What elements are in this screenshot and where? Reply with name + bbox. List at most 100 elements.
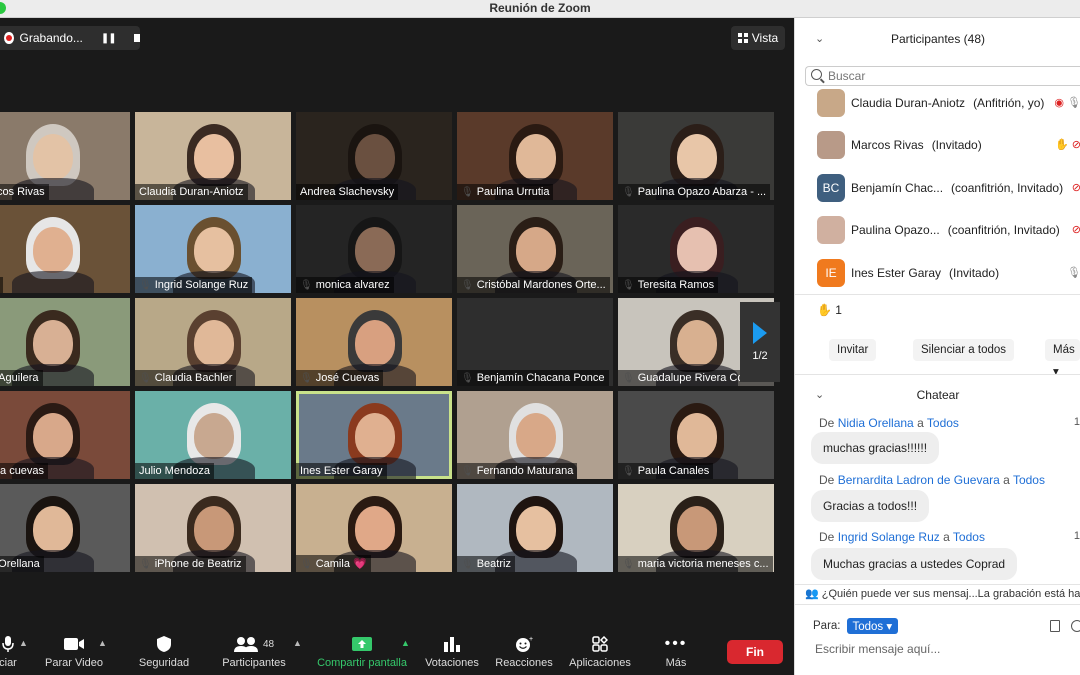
toolbar-label: Parar Video	[45, 657, 103, 669]
participant-name: Paula Canales	[637, 465, 710, 477]
participant-row[interactable]: Paulina Opazo... (coanfitrión, Invitado) ⊘	[817, 215, 1080, 245]
participant-tile[interactable]: Marcos Rivas	[0, 112, 130, 200]
chat-message-input[interactable]: Escribir mensaje aquí...	[815, 642, 940, 656]
more-options-button[interactable]: Más ▾	[1045, 339, 1080, 378]
chat-message-bubble[interactable]: Gracias a todos!!!	[811, 490, 930, 522]
mic-muted-icon: 🎙	[622, 466, 635, 477]
page-indicator: 1/2	[752, 350, 768, 362]
participant-tile[interactable]: 🎙 Benjamín Chacana Ponce	[457, 298, 613, 386]
participant-tile[interactable]: Ines Ester Garay	[296, 391, 452, 479]
window-title: Reunión de Zoom	[489, 1, 591, 15]
participant-tile[interactable]: 🎙 Paula Canales	[618, 391, 774, 479]
participants-header: ⌄ Participantes (48)	[795, 18, 1080, 60]
participant-row[interactable]: IE Ines Ester Garay (Invitado) 🎙	[817, 258, 1080, 288]
mute-all-button[interactable]: Silenciar a todos	[913, 339, 1015, 361]
participant-name: Ingrid Solange Ruz	[154, 279, 249, 291]
chevron-up-icon[interactable]: ▲	[293, 638, 302, 648]
participant-face	[516, 134, 556, 180]
participant-tile[interactable]: osa Aguilera	[0, 298, 130, 386]
share-screen-button[interactable]: Compartir pantalla	[314, 634, 410, 669]
video-gallery: Grabando... ❚❚ Vista Marcos Rivas Claudia…	[0, 18, 794, 630]
participant-tile[interactable]: 🎙 Claudia Bachler	[135, 298, 291, 386]
participant-face	[355, 227, 395, 273]
chevron-down-icon[interactable]: ⌄	[815, 381, 824, 409]
participant-name-label: ndrea cuevas	[0, 463, 49, 479]
chevron-up-icon[interactable]: ▲	[98, 638, 107, 648]
participant-name-label: 🎙 Paulina Opazo Abarza - ...	[618, 184, 771, 200]
chat-message-bubble[interactable]: Muchas gracias a ustedes Coprad	[811, 548, 1018, 580]
participant-row[interactable]: BC Benjamín Chac... (coanfitrión, Invitado…	[817, 173, 1080, 203]
participant-list-name: Benjamín Chac...	[851, 181, 944, 195]
participants-button[interactable]: 48 Participantes	[206, 634, 302, 669]
to-prefix: a	[943, 530, 950, 544]
chat-recipient-name[interactable]: Todos	[927, 416, 959, 430]
chat-recipient-name[interactable]: Todos	[953, 530, 985, 544]
mic-muted-icon: ⊘	[1071, 139, 1080, 151]
view-button[interactable]: Vista	[731, 26, 785, 50]
participant-name: Ines Ester Garay	[300, 465, 383, 477]
mic-muted-icon: 🎙	[461, 187, 474, 198]
stop-video-button[interactable]: Parar Video	[26, 634, 122, 669]
participant-name: Paulina Urrutia	[476, 186, 550, 198]
participant-row[interactable]: Marcos Rivas (Invitado) ✋ ⊘	[817, 130, 1080, 160]
pause-recording-icon[interactable]: ❚❚	[101, 33, 117, 44]
participant-tile[interactable]: 🎙 Ingrid Solange Ruz	[135, 205, 291, 293]
window-control-icon[interactable]	[0, 2, 6, 14]
participant-face	[516, 413, 556, 459]
participant-face	[516, 227, 556, 273]
participant-name-label: Andrea Slachevsky	[296, 184, 399, 200]
participant-tile[interactable]: 🎙 Camila 💗	[296, 484, 452, 572]
participant-tile[interactable]: Julio Mendoza	[135, 391, 291, 479]
divider	[795, 374, 1080, 375]
chat-sender[interactable]: Bernardita Ladron de Guevara	[838, 473, 1000, 487]
chat-sender[interactable]: Nidia Orellana	[838, 416, 914, 430]
participants-search-input[interactable]: Buscar	[805, 66, 1080, 86]
participant-name: idia Orellana	[0, 558, 40, 570]
participant-status-icons: 🎙	[1067, 266, 1080, 279]
participant-tile[interactable]: 🎙 maria victoria meneses c...	[618, 484, 774, 572]
chat-sender-line: De Ingrid Solange Ruz a Todos	[819, 530, 985, 544]
participant-tile[interactable]: 🎙 Beatriz	[457, 484, 613, 572]
invite-button[interactable]: Invitar	[829, 339, 877, 361]
toolbar-label: Participantes	[222, 657, 286, 669]
chevron-down-icon[interactable]: ⌄	[815, 18, 824, 60]
participant-tile[interactable]: 🎙 Fernando Maturana	[457, 391, 613, 479]
participant-tile[interactable]: 🎙 iPhone de Beatriz	[135, 484, 291, 572]
participant-tile[interactable]: 🎙 Paulina Opazo Abarza - ...	[618, 112, 774, 200]
recipient-dropdown[interactable]: Todos ▾	[846, 618, 899, 634]
participant-tile[interactable]: 🎙 José Cuevas	[296, 298, 452, 386]
next-page-button[interactable]: 1/2	[740, 302, 780, 382]
participant-tile[interactable]: 🎙 Paulina Urrutia	[457, 112, 613, 200]
mic-muted-icon: 🎙	[139, 373, 152, 384]
participant-name: osa Aguilera	[0, 372, 39, 384]
chat-message-bubble[interactable]: muchas gracias!!!!!!	[811, 432, 940, 464]
participant-tile[interactable]: 🎙 monica alvarez	[296, 205, 452, 293]
file-icon[interactable]	[1050, 620, 1060, 632]
title-bar: Reunión de Zoom	[0, 0, 1080, 18]
participant-name-label: 🎙 Paulina Urrutia	[457, 184, 554, 200]
more-button[interactable]: ••• Más	[628, 634, 724, 669]
chat-header: ⌄ Chatear	[795, 381, 1080, 409]
participant-tile[interactable]: idia Orellana	[0, 484, 130, 572]
to-label: Para:	[813, 620, 841, 632]
end-meeting-button[interactable]: Fin	[727, 640, 783, 664]
participant-name-label: 🎙 Teresita Ramos	[618, 277, 719, 293]
chat-recipient-name[interactable]: Todos	[1013, 473, 1045, 487]
participant-row[interactable]: Claudia Duran-Aniotz (Anfitrión, yo) ◉ 🎙	[817, 88, 1080, 118]
participant-tile[interactable]: Claudia Duran-Aniotz	[135, 112, 291, 200]
participant-tile[interactable]: Andrea Slachevsky	[296, 112, 452, 200]
stop-recording-icon[interactable]	[133, 34, 140, 42]
emoji-icon[interactable]	[1071, 620, 1080, 632]
avatar	[817, 131, 845, 159]
chat-sender[interactable]: Ingrid Solange Ruz	[838, 530, 940, 544]
participant-tile[interactable]: ndrea cuevas	[0, 391, 130, 479]
participant-tile[interactable]: rnás	[0, 205, 130, 293]
arrow-right-icon	[753, 322, 767, 344]
participant-tile[interactable]: 🎙 Teresita Ramos	[618, 205, 774, 293]
chat-visibility-notice[interactable]: 👥 ¿Quién puede ver sus mensaj...La graba…	[805, 587, 1080, 600]
security-button[interactable]: Seguridad	[116, 634, 212, 669]
participant-name-label: rnás	[0, 277, 4, 293]
participant-name-label: 🎙 Camila 💗	[296, 555, 371, 572]
participant-tile[interactable]: 🎙 Cristóbal Mardones Orte...	[457, 205, 613, 293]
mic-muted-icon: 🎙	[622, 280, 635, 291]
